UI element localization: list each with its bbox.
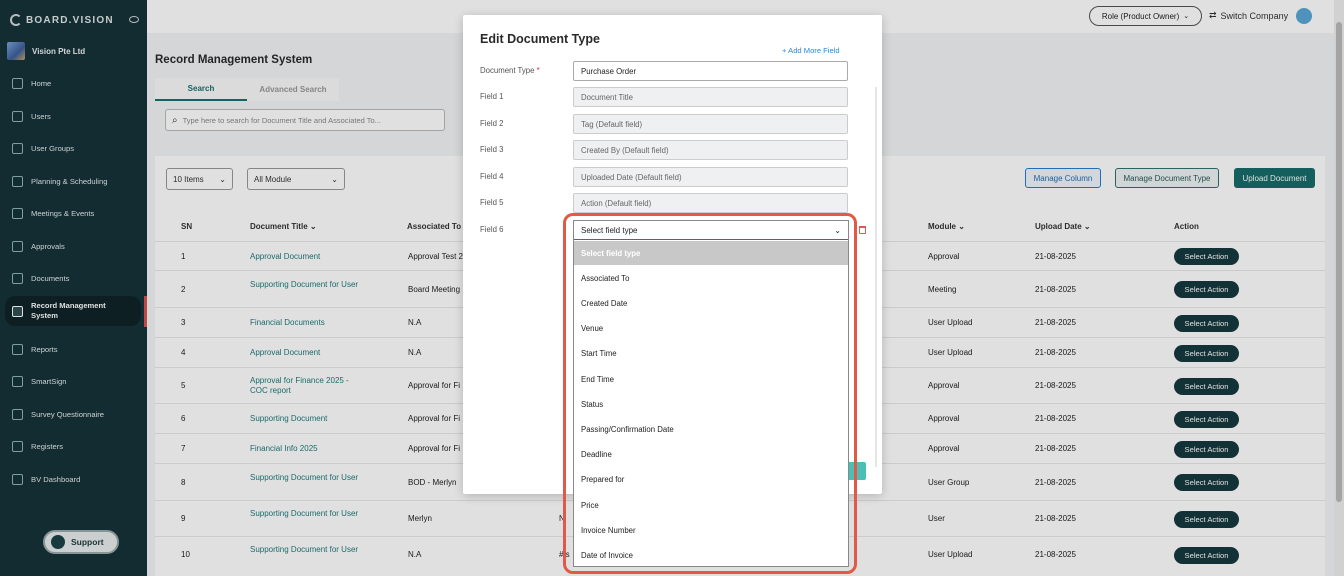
- dropdown-option[interactable]: Invoice Number: [574, 518, 848, 542]
- field-type-select[interactable]: Select field type ⌄: [574, 221, 848, 240]
- dropdown-option[interactable]: Date of Invoice: [574, 543, 848, 567]
- dropdown-option[interactable]: Created Date: [574, 291, 848, 315]
- dropdown-option[interactable]: Start Time: [574, 342, 848, 366]
- modal-scrollbar[interactable]: [875, 87, 877, 467]
- document-type-label: Document Type *: [480, 66, 540, 75]
- add-more-field-link[interactable]: + Add More Field: [782, 46, 840, 55]
- chevron-down-icon: ⌄: [834, 225, 841, 235]
- delete-field-icon[interactable]: [859, 226, 866, 234]
- field-5-label: Field 5: [480, 198, 504, 207]
- field-3-input: Created By (Default field): [573, 140, 848, 160]
- field-type-select-value: Select field type: [581, 225, 638, 235]
- dropdown-option[interactable]: Prepared for: [574, 468, 848, 492]
- dropdown-option[interactable]: Status: [574, 392, 848, 416]
- dropdown-option[interactable]: Select field type: [574, 241, 848, 265]
- document-type-label-text: Document Type: [480, 66, 535, 75]
- dropdown-option[interactable]: Price: [574, 493, 848, 517]
- dropdown-option[interactable]: Associated To: [574, 266, 848, 290]
- field-6-label: Field 6: [480, 225, 504, 234]
- field-5-input: Action (Default field): [573, 193, 848, 213]
- dropdown-option[interactable]: End Time: [574, 367, 848, 391]
- document-type-input[interactable]: Purchase Order: [573, 61, 848, 81]
- modal-title: Edit Document Type: [480, 32, 600, 46]
- field-2-label: Field 2: [480, 119, 504, 128]
- field-4-input: Uploaded Date (Default field): [573, 167, 848, 187]
- field-1-label: Field 1: [480, 92, 504, 101]
- field-3-label: Field 3: [480, 145, 504, 154]
- required-marker: *: [536, 66, 540, 75]
- field-4-label: Field 4: [480, 172, 504, 181]
- field-type-dropdown[interactable]: Select field type ⌄ Select field type Ass…: [573, 220, 849, 567]
- dropdown-option[interactable]: Passing/Confirmation Date: [574, 417, 848, 441]
- field-2-input: Tag (Default field): [573, 114, 848, 134]
- dropdown-option[interactable]: Deadline: [574, 443, 848, 467]
- field-1-input: Document Title: [573, 87, 848, 107]
- dropdown-option[interactable]: Venue: [574, 317, 848, 341]
